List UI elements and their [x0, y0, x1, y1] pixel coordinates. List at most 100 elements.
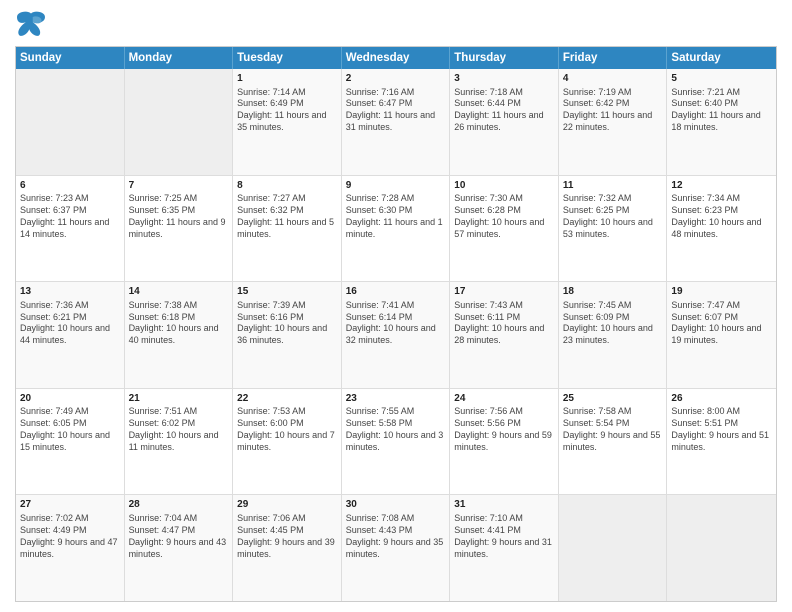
header-day-tuesday: Tuesday [233, 47, 342, 69]
day-number: 31 [454, 498, 554, 512]
calendar-day-26: 26Sunrise: 8:00 AM Sunset: 5:51 PM Dayli… [667, 389, 776, 495]
day-number: 5 [671, 72, 772, 86]
day-number: 25 [563, 392, 663, 406]
calendar-day-empty [125, 69, 234, 175]
calendar-day-25: 25Sunrise: 7:58 AM Sunset: 5:54 PM Dayli… [559, 389, 668, 495]
day-info: Sunrise: 7:43 AM Sunset: 6:11 PM Dayligh… [454, 300, 554, 348]
header [15, 10, 777, 38]
day-number: 17 [454, 285, 554, 299]
day-number: 6 [20, 179, 120, 193]
day-number: 28 [129, 498, 229, 512]
calendar-day-5: 5Sunrise: 7:21 AM Sunset: 6:40 PM Daylig… [667, 69, 776, 175]
day-number: 29 [237, 498, 337, 512]
calendar-day-13: 13Sunrise: 7:36 AM Sunset: 6:21 PM Dayli… [16, 282, 125, 388]
calendar-day-16: 16Sunrise: 7:41 AM Sunset: 6:14 PM Dayli… [342, 282, 451, 388]
calendar-day-empty [667, 495, 776, 601]
header-day-thursday: Thursday [450, 47, 559, 69]
day-info: Sunrise: 7:34 AM Sunset: 6:23 PM Dayligh… [671, 193, 772, 241]
page: SundayMondayTuesdayWednesdayThursdayFrid… [0, 0, 792, 612]
day-info: Sunrise: 7:51 AM Sunset: 6:02 PM Dayligh… [129, 406, 229, 454]
day-info: Sunrise: 7:25 AM Sunset: 6:35 PM Dayligh… [129, 193, 229, 241]
day-info: Sunrise: 7:41 AM Sunset: 6:14 PM Dayligh… [346, 300, 446, 348]
day-number: 7 [129, 179, 229, 193]
day-info: Sunrise: 7:08 AM Sunset: 4:43 PM Dayligh… [346, 513, 446, 561]
day-number: 24 [454, 392, 554, 406]
day-info: Sunrise: 7:19 AM Sunset: 6:42 PM Dayligh… [563, 87, 663, 135]
day-number: 14 [129, 285, 229, 299]
day-info: Sunrise: 7:36 AM Sunset: 6:21 PM Dayligh… [20, 300, 120, 348]
day-number: 30 [346, 498, 446, 512]
header-day-friday: Friday [559, 47, 668, 69]
day-info: Sunrise: 7:21 AM Sunset: 6:40 PM Dayligh… [671, 87, 772, 135]
calendar-day-8: 8Sunrise: 7:27 AM Sunset: 6:32 PM Daylig… [233, 176, 342, 282]
calendar-week-2: 6Sunrise: 7:23 AM Sunset: 6:37 PM Daylig… [16, 176, 776, 283]
day-number: 16 [346, 285, 446, 299]
day-number: 9 [346, 179, 446, 193]
calendar-day-30: 30Sunrise: 7:08 AM Sunset: 4:43 PM Dayli… [342, 495, 451, 601]
logo [15, 10, 51, 38]
calendar-day-9: 9Sunrise: 7:28 AM Sunset: 6:30 PM Daylig… [342, 176, 451, 282]
calendar-day-20: 20Sunrise: 7:49 AM Sunset: 6:05 PM Dayli… [16, 389, 125, 495]
calendar-day-empty [559, 495, 668, 601]
calendar-day-22: 22Sunrise: 7:53 AM Sunset: 6:00 PM Dayli… [233, 389, 342, 495]
calendar-week-4: 20Sunrise: 7:49 AM Sunset: 6:05 PM Dayli… [16, 389, 776, 496]
day-number: 2 [346, 72, 446, 86]
day-number: 27 [20, 498, 120, 512]
day-info: Sunrise: 7:58 AM Sunset: 5:54 PM Dayligh… [563, 406, 663, 454]
day-number: 3 [454, 72, 554, 86]
day-info: Sunrise: 7:18 AM Sunset: 6:44 PM Dayligh… [454, 87, 554, 135]
calendar-day-17: 17Sunrise: 7:43 AM Sunset: 6:11 PM Dayli… [450, 282, 559, 388]
day-info: Sunrise: 7:39 AM Sunset: 6:16 PM Dayligh… [237, 300, 337, 348]
calendar-day-15: 15Sunrise: 7:39 AM Sunset: 6:16 PM Dayli… [233, 282, 342, 388]
calendar-day-12: 12Sunrise: 7:34 AM Sunset: 6:23 PM Dayli… [667, 176, 776, 282]
day-info: Sunrise: 8:00 AM Sunset: 5:51 PM Dayligh… [671, 406, 772, 454]
day-number: 11 [563, 179, 663, 193]
day-info: Sunrise: 7:27 AM Sunset: 6:32 PM Dayligh… [237, 193, 337, 241]
day-info: Sunrise: 7:06 AM Sunset: 4:45 PM Dayligh… [237, 513, 337, 561]
day-number: 13 [20, 285, 120, 299]
day-number: 8 [237, 179, 337, 193]
day-info: Sunrise: 7:23 AM Sunset: 6:37 PM Dayligh… [20, 193, 120, 241]
calendar-day-14: 14Sunrise: 7:38 AM Sunset: 6:18 PM Dayli… [125, 282, 234, 388]
day-info: Sunrise: 7:16 AM Sunset: 6:47 PM Dayligh… [346, 87, 446, 135]
day-info: Sunrise: 7:02 AM Sunset: 4:49 PM Dayligh… [20, 513, 120, 561]
logo-icon [15, 10, 47, 38]
day-number: 26 [671, 392, 772, 406]
day-number: 20 [20, 392, 120, 406]
day-number: 22 [237, 392, 337, 406]
calendar: SundayMondayTuesdayWednesdayThursdayFrid… [15, 46, 777, 602]
calendar-header: SundayMondayTuesdayWednesdayThursdayFrid… [16, 47, 776, 69]
calendar-day-28: 28Sunrise: 7:04 AM Sunset: 4:47 PM Dayli… [125, 495, 234, 601]
day-info: Sunrise: 7:38 AM Sunset: 6:18 PM Dayligh… [129, 300, 229, 348]
day-info: Sunrise: 7:49 AM Sunset: 6:05 PM Dayligh… [20, 406, 120, 454]
day-info: Sunrise: 7:32 AM Sunset: 6:25 PM Dayligh… [563, 193, 663, 241]
day-number: 10 [454, 179, 554, 193]
day-info: Sunrise: 7:14 AM Sunset: 6:49 PM Dayligh… [237, 87, 337, 135]
day-info: Sunrise: 7:30 AM Sunset: 6:28 PM Dayligh… [454, 193, 554, 241]
day-number: 12 [671, 179, 772, 193]
calendar-week-1: 1Sunrise: 7:14 AM Sunset: 6:49 PM Daylig… [16, 69, 776, 176]
calendar-day-10: 10Sunrise: 7:30 AM Sunset: 6:28 PM Dayli… [450, 176, 559, 282]
day-number: 19 [671, 285, 772, 299]
day-number: 15 [237, 285, 337, 299]
day-number: 1 [237, 72, 337, 86]
calendar-day-23: 23Sunrise: 7:55 AM Sunset: 5:58 PM Dayli… [342, 389, 451, 495]
calendar-day-11: 11Sunrise: 7:32 AM Sunset: 6:25 PM Dayli… [559, 176, 668, 282]
calendar-day-27: 27Sunrise: 7:02 AM Sunset: 4:49 PM Dayli… [16, 495, 125, 601]
day-info: Sunrise: 7:04 AM Sunset: 4:47 PM Dayligh… [129, 513, 229, 561]
calendar-day-29: 29Sunrise: 7:06 AM Sunset: 4:45 PM Dayli… [233, 495, 342, 601]
calendar-day-2: 2Sunrise: 7:16 AM Sunset: 6:47 PM Daylig… [342, 69, 451, 175]
day-info: Sunrise: 7:45 AM Sunset: 6:09 PM Dayligh… [563, 300, 663, 348]
calendar-day-24: 24Sunrise: 7:56 AM Sunset: 5:56 PM Dayli… [450, 389, 559, 495]
header-day-wednesday: Wednesday [342, 47, 451, 69]
header-day-monday: Monday [125, 47, 234, 69]
day-info: Sunrise: 7:56 AM Sunset: 5:56 PM Dayligh… [454, 406, 554, 454]
day-info: Sunrise: 7:28 AM Sunset: 6:30 PM Dayligh… [346, 193, 446, 241]
header-day-saturday: Saturday [667, 47, 776, 69]
day-number: 18 [563, 285, 663, 299]
day-number: 4 [563, 72, 663, 86]
calendar-day-19: 19Sunrise: 7:47 AM Sunset: 6:07 PM Dayli… [667, 282, 776, 388]
day-number: 23 [346, 392, 446, 406]
calendar-week-3: 13Sunrise: 7:36 AM Sunset: 6:21 PM Dayli… [16, 282, 776, 389]
day-info: Sunrise: 7:10 AM Sunset: 4:41 PM Dayligh… [454, 513, 554, 561]
